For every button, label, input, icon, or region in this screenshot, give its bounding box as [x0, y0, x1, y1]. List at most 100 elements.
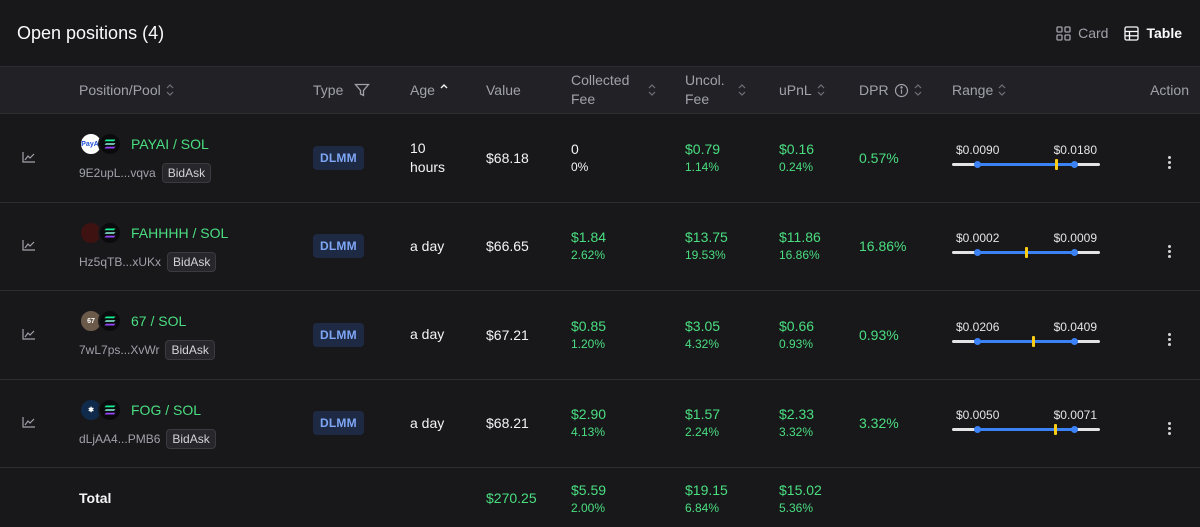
token-pair-avatars — [79, 220, 123, 245]
column-header-upnl[interactable]: uPnL — [779, 66, 859, 114]
total-uncol-fee: $19.15 — [685, 481, 728, 498]
positions-header: Open positions (4) Card Table — [0, 0, 1200, 66]
page-title: Open positions (4) — [17, 22, 165, 43]
pool-pair-link[interactable]: FAHHHH / SOL — [131, 225, 228, 241]
column-label-collected: Collected — [571, 72, 630, 88]
total-row: Total $270.25 $5.59 2.00% $19.15 6.84% $15… — [0, 468, 1200, 527]
table-view-label: Table — [1146, 25, 1182, 41]
more-actions-icon[interactable] — [1168, 156, 1171, 170]
column-label-value: Value — [486, 81, 521, 98]
type-badge: DLMM — [313, 145, 364, 170]
card-view-button[interactable]: Card — [1056, 25, 1108, 41]
position-row[interactable]: ✱ FOG / SOL dLjAA4...PMB6 BidAsk DLMM a … — [0, 379, 1200, 468]
column-header-range[interactable]: Range — [952, 66, 1124, 114]
range-low: $0.0050 — [956, 408, 1000, 423]
column-label-uncol-fee: Fee — [685, 91, 710, 107]
column-label-position: Position/Pool — [79, 81, 161, 98]
token-pair-avatars: 67 — [79, 309, 123, 334]
view-toggle: Card Table — [1056, 25, 1182, 41]
total-upnl: $15.02 — [779, 481, 822, 498]
position-value: $67.21 — [486, 326, 529, 343]
age-text: a day — [410, 326, 445, 343]
column-label-type: Type — [313, 81, 344, 98]
range-fill — [977, 339, 1075, 343]
chart-icon[interactable] — [22, 328, 36, 340]
age-text: a day — [410, 414, 445, 431]
more-actions-icon[interactable] — [1168, 421, 1171, 435]
position-address[interactable]: dLjAA4...PMB6 — [79, 432, 160, 446]
chart-icon[interactable] — [22, 239, 36, 251]
range-low-handle — [974, 426, 981, 434]
more-actions-icon[interactable] — [1168, 244, 1171, 258]
chart-icon[interactable] — [22, 416, 36, 428]
type-badge: DLMM — [313, 322, 364, 347]
position-value: $68.21 — [486, 415, 529, 432]
range-high: $0.0009 — [1053, 231, 1097, 246]
column-label-action: Action — [1150, 81, 1189, 98]
uncol-fee: $0.79 — [685, 140, 721, 157]
total-upnl-pct: 5.36% — [779, 500, 814, 515]
token-pair-avatars: PayAI — [79, 132, 123, 157]
total-collected-fee-pct: 2.00% — [571, 500, 606, 515]
sort-icon — [998, 84, 1006, 96]
range-fill — [977, 428, 1075, 432]
position-row[interactable]: FAHHHH / SOL Hz5qTB...xUKx BidAsk DLMM a… — [0, 202, 1200, 291]
sort-icon — [738, 84, 746, 96]
column-header-type[interactable]: Type — [313, 66, 410, 114]
upnl-value: $11.86 — [779, 229, 821, 246]
uncol-fee-pct: 19.53% — [685, 248, 726, 263]
upnl-value: $0.66 — [779, 317, 815, 334]
info-icon[interactable] — [894, 83, 909, 98]
grid-icon — [1056, 25, 1071, 41]
upnl-value: $2.33 — [779, 406, 815, 423]
pool-pair-link[interactable]: FOG / SOL — [131, 402, 201, 418]
position-address[interactable]: Hz5qTB...xUKx — [79, 255, 161, 269]
upnl-pct: 0.93% — [779, 336, 814, 351]
sort-icon — [648, 84, 656, 96]
total-collected-fee: $5.59 — [571, 481, 607, 498]
strategy-badge: BidAsk — [161, 163, 212, 184]
sort-icon — [817, 84, 825, 96]
upnl-pct: 16.86% — [779, 248, 820, 263]
column-header-collected-fee[interactable]: Collected Fee — [571, 66, 685, 114]
range-fill — [977, 162, 1075, 166]
collected-fee: $1.84 — [571, 229, 607, 246]
age-text: a day — [410, 237, 445, 254]
collected-fee: 0 — [571, 140, 579, 157]
range-high: $0.0180 — [1053, 142, 1097, 157]
positions-table: Position/Pool Type Age Value Collected Fe… — [0, 66, 1200, 527]
table-view-button[interactable]: Table — [1124, 25, 1182, 41]
chart-icon[interactable] — [22, 151, 36, 163]
range-high-handle — [1071, 249, 1078, 257]
pool-pair-link[interactable]: 67 / SOL — [131, 313, 186, 329]
column-header-dpr[interactable]: DPR — [859, 66, 952, 114]
position-row[interactable]: PayAI PAYAI / SOL 9E2upL...vqva BidAsk D… — [0, 114, 1200, 202]
range-high: $0.0409 — [1053, 319, 1097, 334]
column-label-upnl: uPnL — [779, 81, 812, 98]
position-address[interactable]: 9E2upL...vqva — [79, 166, 156, 180]
pool-pair-link[interactable]: PAYAI / SOL — [131, 136, 209, 152]
filter-icon[interactable] — [354, 83, 371, 97]
collected-fee: $2.90 — [571, 406, 607, 423]
column-header-position[interactable]: Position/Pool — [79, 66, 313, 114]
more-actions-icon[interactable] — [1168, 333, 1171, 347]
range-high-handle — [1071, 426, 1078, 434]
uncol-fee: $3.05 — [685, 317, 721, 334]
column-header-uncol-fee[interactable]: Uncol. Fee — [685, 66, 779, 114]
uncol-fee-pct: 2.24% — [685, 425, 720, 440]
range-high: $0.0071 — [1053, 408, 1097, 423]
uncol-fee-pct: 4.32% — [685, 336, 720, 351]
column-header-value: Value — [486, 66, 571, 114]
range-high-handle — [1071, 160, 1078, 168]
current-price-marker — [1032, 335, 1036, 347]
price-range-bar: $0.0002 $0.0009 — [952, 231, 1100, 261]
column-header-age[interactable]: Age — [410, 66, 486, 114]
upnl-pct: 3.32% — [779, 425, 814, 440]
card-view-label: Card — [1078, 25, 1109, 41]
dpr-value: 16.86% — [859, 238, 907, 255]
price-range-bar: $0.0206 $0.0409 — [952, 320, 1100, 350]
sort-icon — [166, 84, 174, 96]
position-row[interactable]: 67 67 / SOL 7wL7ps...XvWr BidAsk DLMM a … — [0, 291, 1200, 379]
position-address[interactable]: 7wL7ps...XvWr — [79, 343, 159, 357]
total-uncol-fee-pct: 6.84% — [685, 500, 720, 515]
